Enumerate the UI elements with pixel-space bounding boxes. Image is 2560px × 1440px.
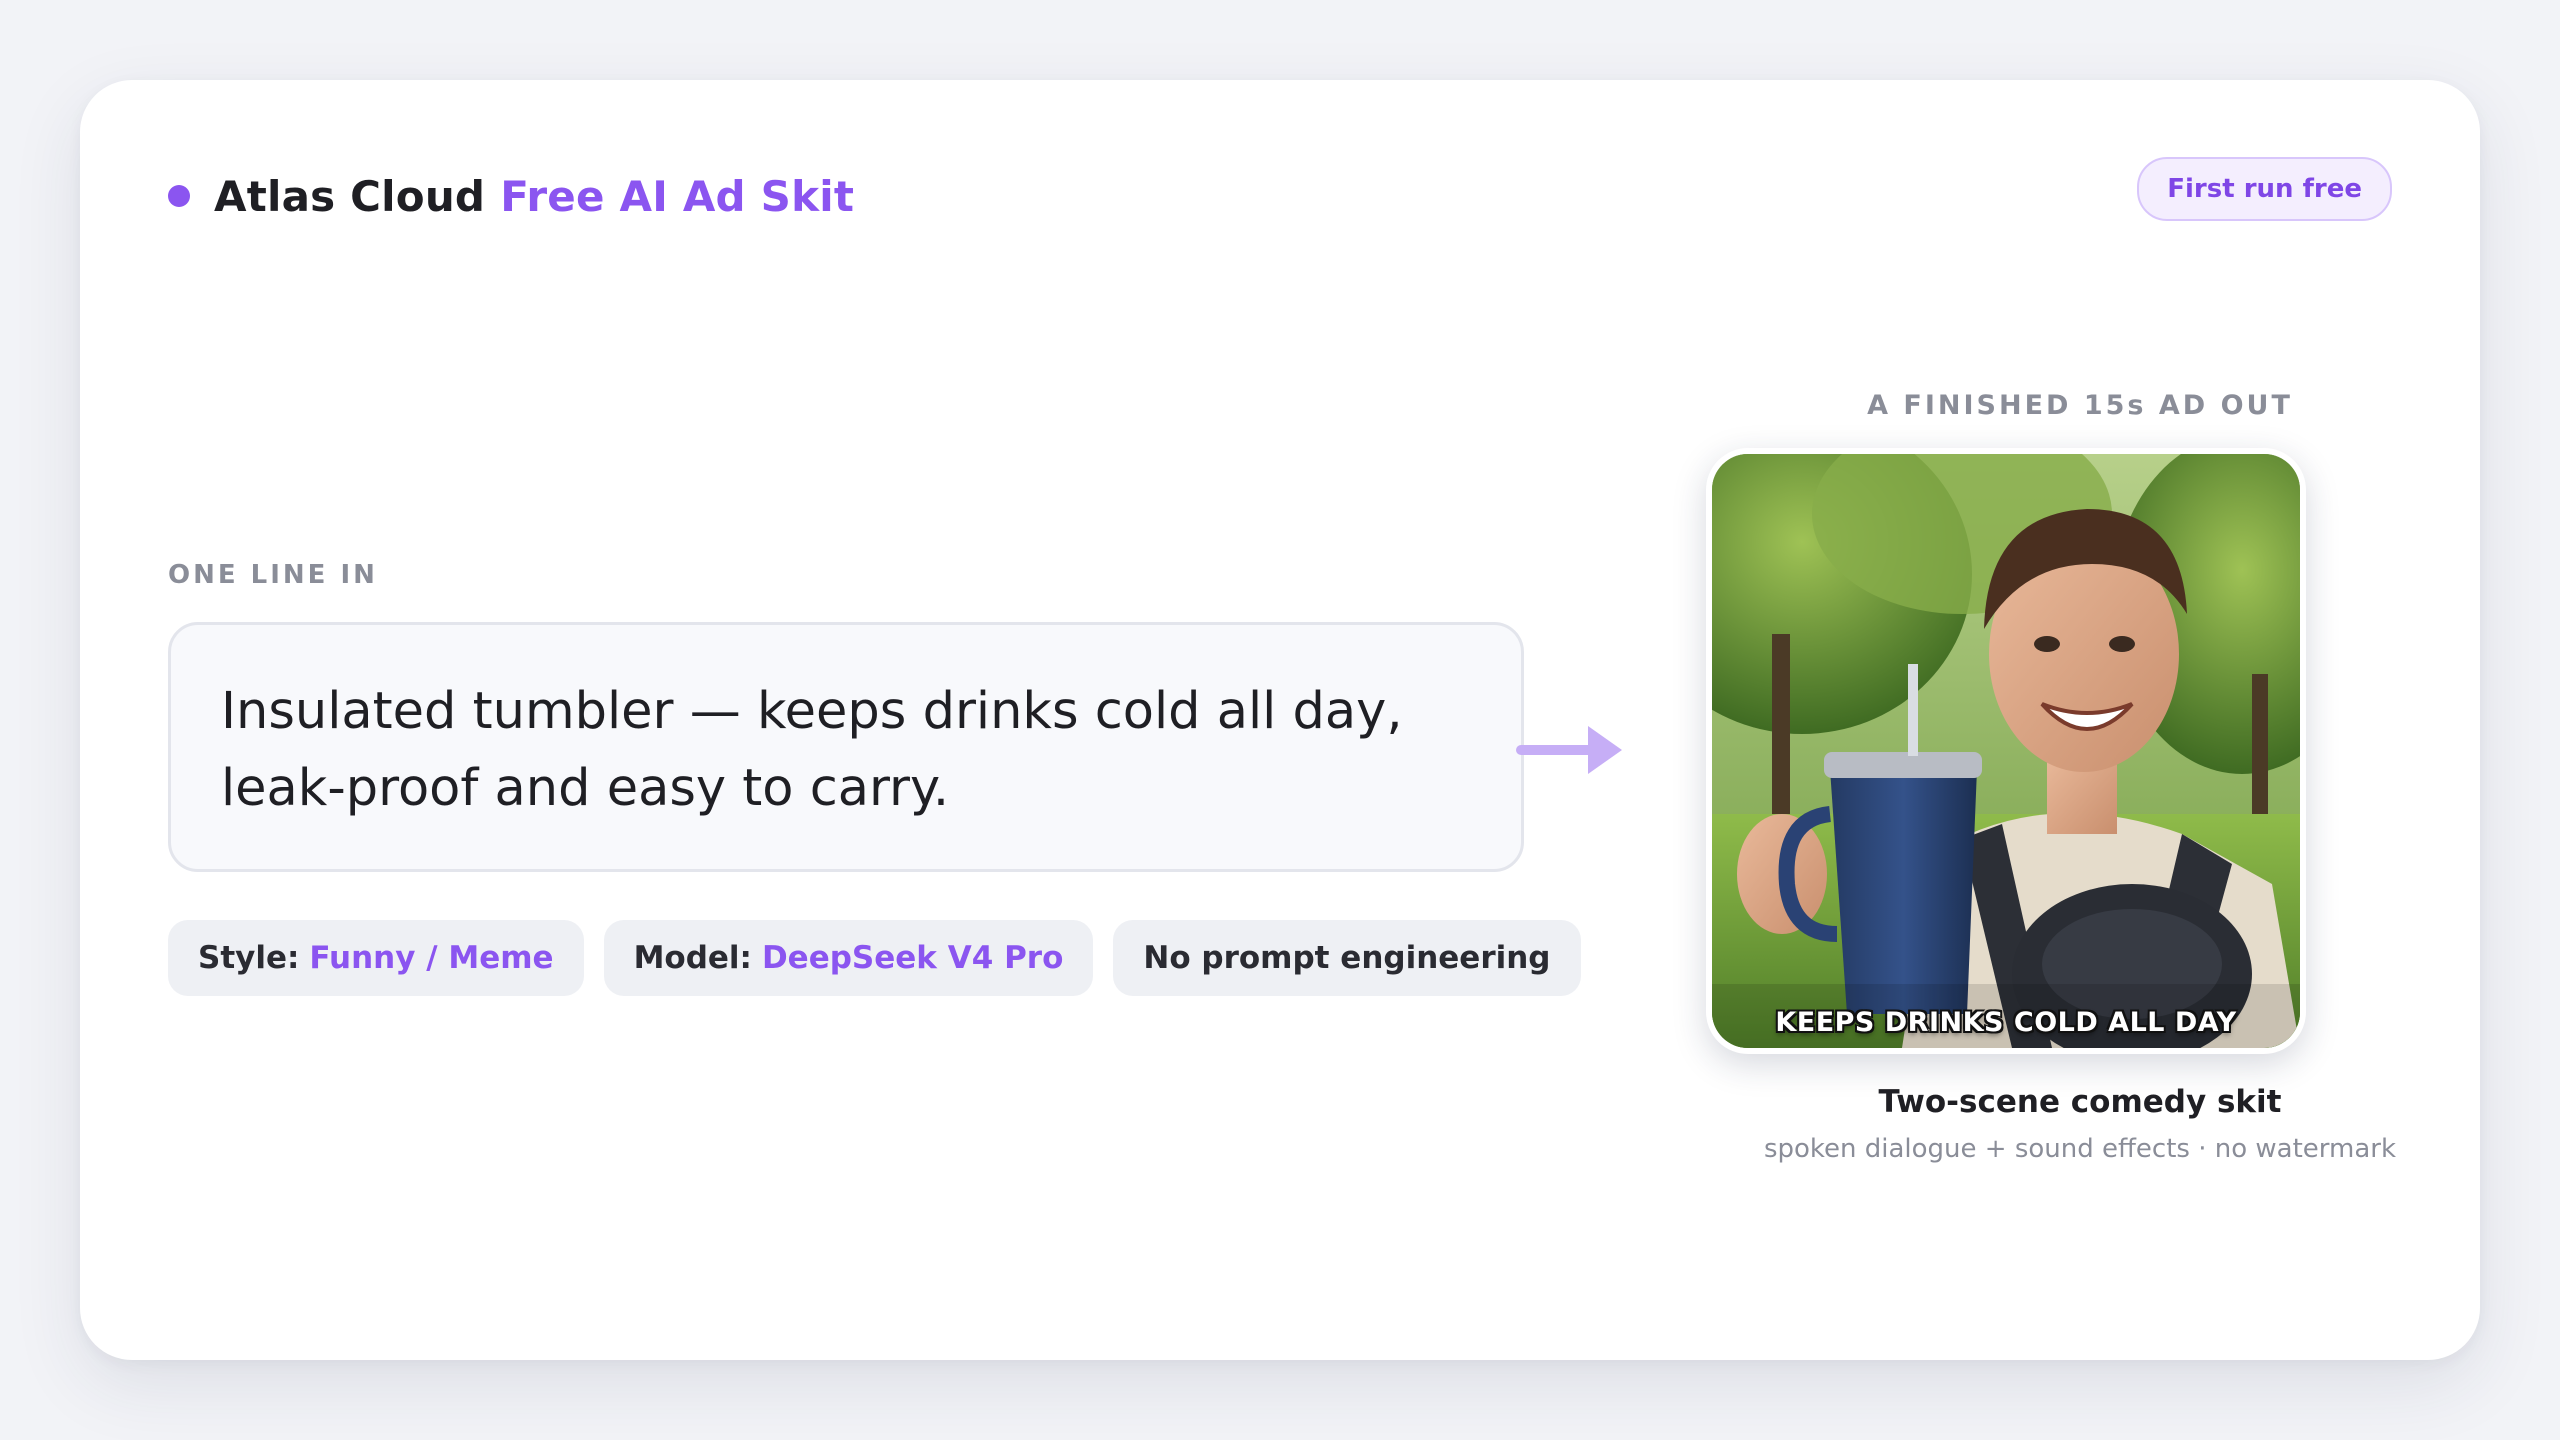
video-caption: KEEPS DRINKS COLD ALL DAY (1775, 1007, 2237, 1038)
prompt-text: Insulated tumbler — keeps drinks cold al… (221, 682, 1403, 818)
video-thumbnail-image (1712, 454, 2300, 1048)
product-name: Free AI Ad Skit (500, 171, 855, 221)
prompt-input[interactable]: Insulated tumbler — keeps drinks cold al… (168, 622, 1524, 872)
first-run-free-badge: First run free (2137, 157, 2392, 221)
input-section-label: ONE LINE IN (168, 560, 378, 590)
arrow-right-icon (1516, 726, 1622, 774)
model-chip[interactable]: Model: DeepSeek V4 Pro (603, 920, 1094, 996)
style-chip-key: Style: (198, 940, 300, 976)
no-prompt-engineering-chip[interactable]: No prompt engineering (1113, 920, 1581, 996)
model-chip-key: Model: (633, 940, 752, 976)
style-chip[interactable]: Style: Funny / Meme (168, 920, 584, 996)
video-preview[interactable]: KEEPS DRINKS COLD ALL DAY (1706, 448, 2306, 1054)
output-section-label: A FINISHED 15s AD OUT (1867, 390, 2293, 421)
no-prompt-engineering-label: No prompt engineering (1143, 940, 1551, 976)
option-chips: Style: Funny / Meme Model: DeepSeek V4 P… (168, 920, 1581, 996)
brand-header: Atlas Cloud Free AI Ad Skit (168, 164, 854, 228)
status-dot-icon (168, 185, 190, 207)
model-chip-value: DeepSeek V4 Pro (761, 940, 1064, 976)
brand-name: Atlas Cloud (214, 171, 486, 221)
output-title: Two-scene comedy skit (1878, 1084, 2282, 1120)
style-chip-value: Funny / Meme (309, 940, 554, 976)
output-subtitle: spoken dialogue + sound effects · no wat… (1763, 1134, 2397, 1164)
